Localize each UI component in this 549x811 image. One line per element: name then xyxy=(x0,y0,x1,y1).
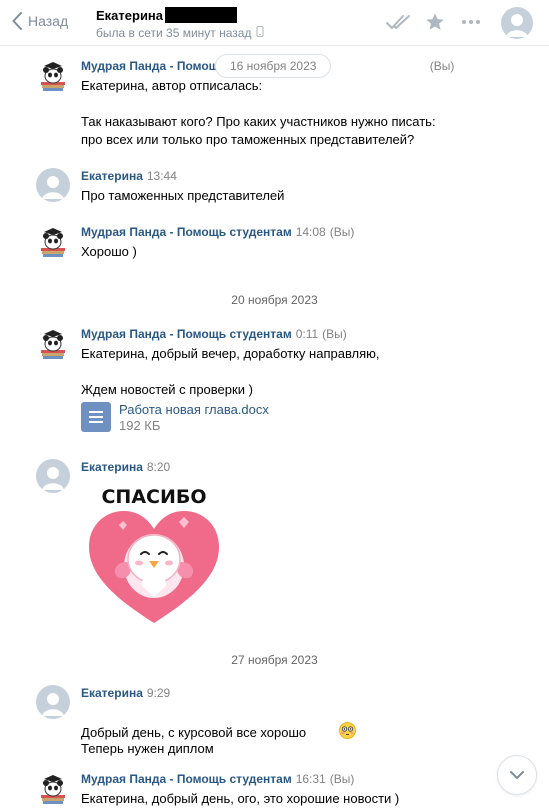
file-size: 192 КБ xyxy=(119,418,161,433)
mobile-phone-icon xyxy=(256,26,264,40)
message-you-suffix: (Вы) xyxy=(329,772,355,786)
message-meta: Екатерина 13:44 xyxy=(81,169,177,183)
user-avatar[interactable] xyxy=(36,685,70,719)
more-horizontal-icon[interactable] xyxy=(460,12,482,35)
message-text: Екатерина, автор отписалась: Так наказыв… xyxy=(81,78,436,147)
back-label: Назад xyxy=(28,13,69,29)
message-time: 14:08 xyxy=(295,225,326,239)
double-check-icon[interactable] xyxy=(385,12,413,35)
panda-avatar[interactable] xyxy=(36,224,70,258)
message-meta: Мудрая Панда - Помощь студентам 14:08 (Вы) xyxy=(81,225,354,239)
message-meta: Мудрая Панда - Помощь студентам 16:31 (Вы) xyxy=(81,772,354,786)
message-author[interactable]: Екатерина xyxy=(81,686,143,700)
message-meta: Мудрая Панда - Помощь студентам 0:11 (Вы) xyxy=(81,327,347,341)
message-you-suffix: (Вы) xyxy=(322,327,347,341)
message-meta: Екатерина 8:20 xyxy=(81,460,170,474)
message-author[interactable]: Мудрая Панда - Помощь студентам xyxy=(81,772,292,786)
message-author[interactable]: Мудрая Панда - Помощь студентам xyxy=(81,327,292,341)
file-name[interactable]: Работа новая глава.docx xyxy=(119,402,269,417)
file-attachment[interactable]: Работа новая глава.docx 192 КБ xyxy=(81,402,269,434)
chevron-down-icon xyxy=(509,768,525,783)
panda-avatar[interactable] xyxy=(36,326,70,360)
message-you-suffix: (Вы) xyxy=(329,225,355,239)
chevron-left-icon xyxy=(12,12,22,30)
peer-name[interactable]: Екатерина xyxy=(96,7,238,23)
message-time: 9:29 xyxy=(146,686,171,700)
scroll-down-button[interactable] xyxy=(497,755,537,795)
user-avatar[interactable] xyxy=(36,168,70,202)
star-icon[interactable] xyxy=(425,12,445,35)
panda-avatar[interactable] xyxy=(36,771,70,805)
message-time: 8:20 xyxy=(146,460,171,474)
back-button[interactable]: Назад xyxy=(12,12,68,30)
message-text: Екатерина, добрый день, ого, это хорошие… xyxy=(81,791,400,806)
message-author[interactable]: Екатерина xyxy=(81,460,143,474)
message-you-suffix: (Вы) xyxy=(429,59,455,73)
date-separator: 20 ноября 2023 xyxy=(231,293,318,307)
message-author[interactable]: Екатерина xyxy=(81,169,143,183)
message-text: Про таможенных представителей xyxy=(81,188,285,203)
chat-header: Назад Екатерина была в сети 35 минут наз… xyxy=(0,0,549,46)
message-meta: Екатерина 9:29 xyxy=(81,686,170,700)
message-text: Екатерина, добрый вечер, доработку напра… xyxy=(81,346,380,397)
sticker-thanks[interactable]: СПАСИБО xyxy=(81,481,227,631)
date-separator: 27 ноября 2023 xyxy=(231,653,318,667)
message-feed[interactable]: Мудрая Панда - Помощь студентам (Вы) Екат… xyxy=(0,46,549,811)
message-time: 13:44 xyxy=(146,169,177,183)
peer-status: была в сети 35 минут назад xyxy=(96,26,264,40)
message-author[interactable]: Мудрая Панда - Помощь студентам xyxy=(81,225,292,239)
redaction-block xyxy=(165,7,238,23)
message-text: Хорошо ) xyxy=(81,244,137,259)
message-time: 16:31 xyxy=(295,772,326,786)
floating-date-badge: 16 ноября 2023 xyxy=(215,54,332,78)
panda-avatar[interactable] xyxy=(36,58,70,92)
message-time: 0:11 xyxy=(295,327,319,341)
sticker-caption: СПАСИБО xyxy=(101,486,206,508)
user-avatar[interactable] xyxy=(36,459,70,493)
document-icon xyxy=(81,402,111,432)
peer-avatar[interactable] xyxy=(501,7,533,39)
message-text: Теперь нужен диплом xyxy=(81,741,214,756)
